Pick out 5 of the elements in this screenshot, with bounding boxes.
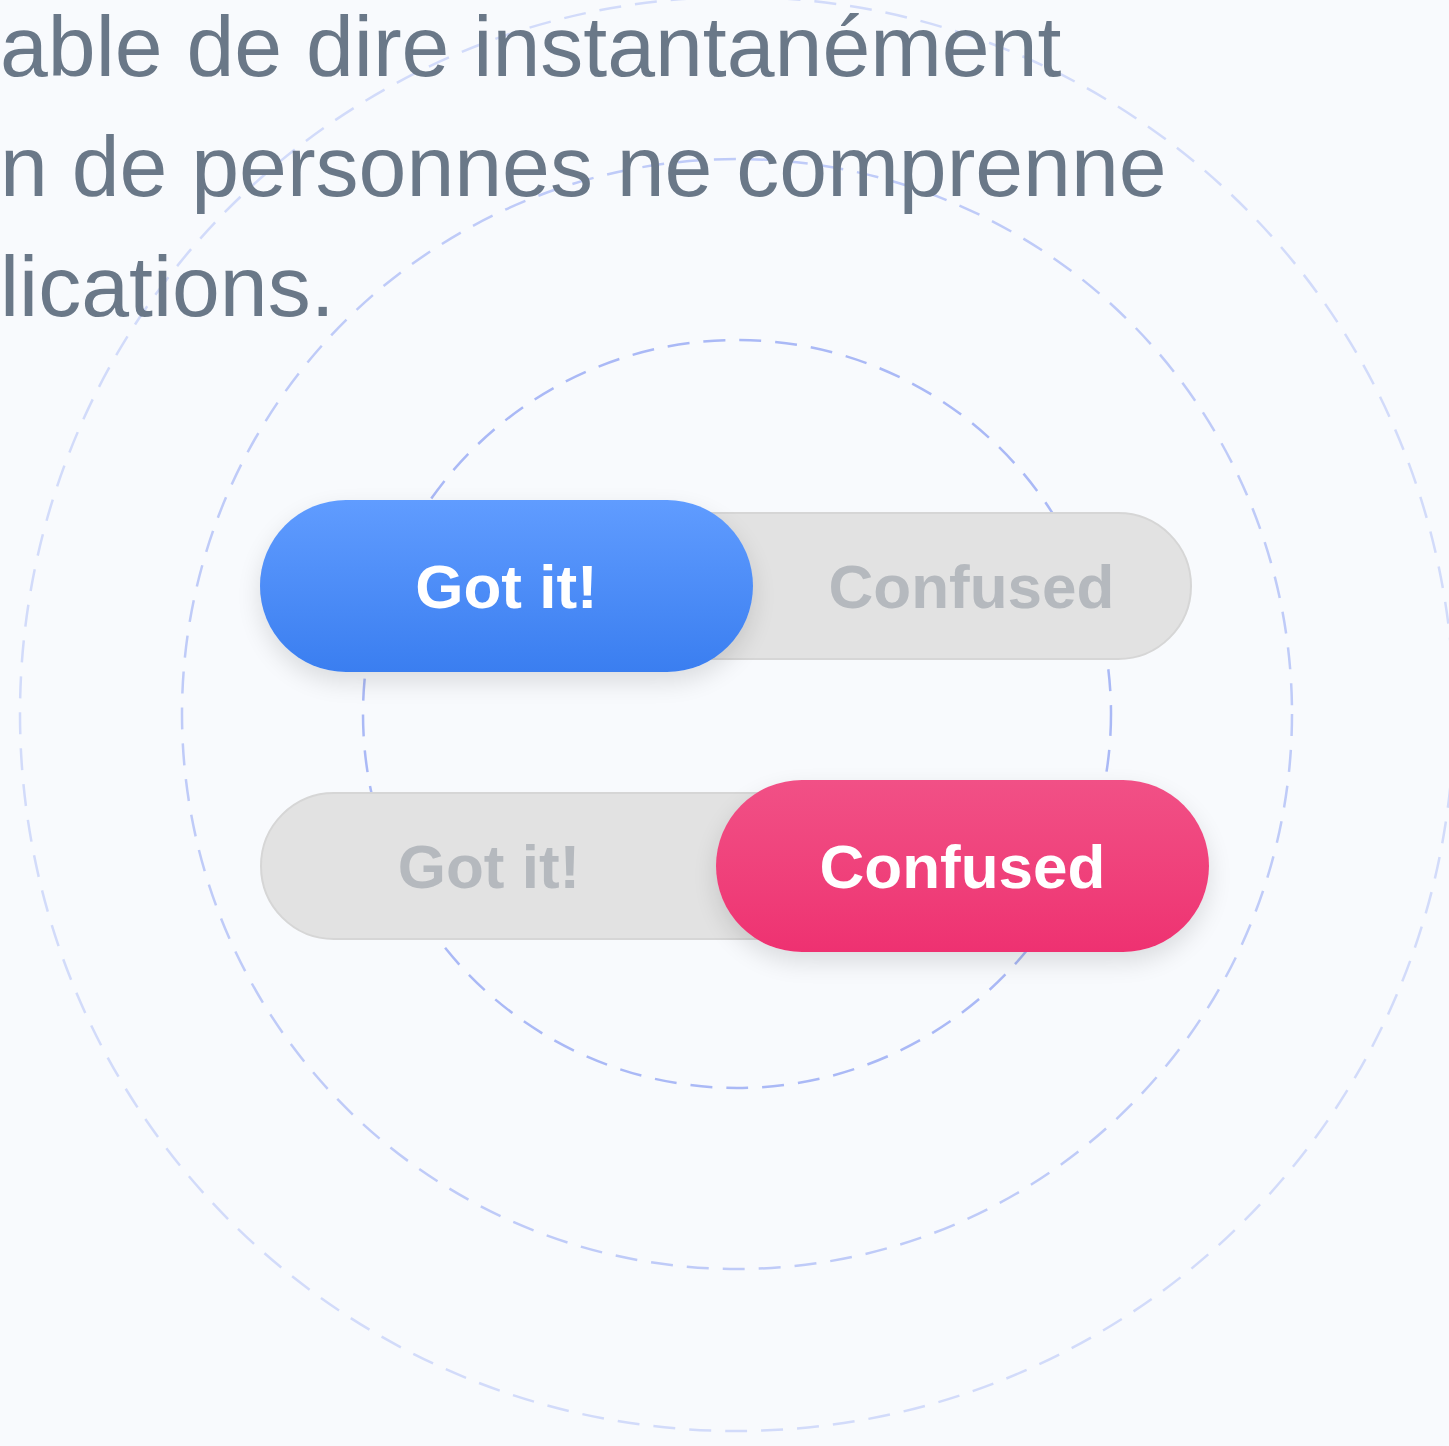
paragraph-line: able de dire instantanément xyxy=(0,0,1062,96)
confused-button[interactable]: Confused xyxy=(716,780,1209,952)
paragraph-line: lications. xyxy=(0,237,335,336)
got-it-button[interactable]: Got it! xyxy=(260,500,753,672)
paragraph-line: n de personnes ne comprenne xyxy=(0,117,1167,216)
